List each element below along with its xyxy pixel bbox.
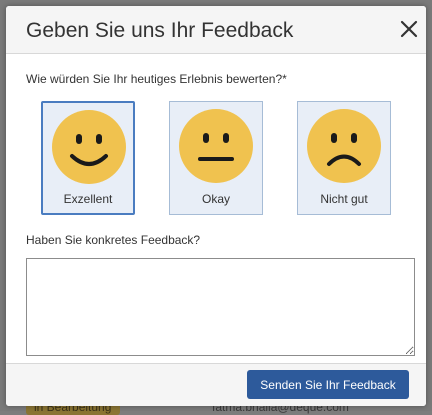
dialog-title: Geben Sie uns Ihr Feedback [26,19,294,42]
close-button[interactable] [395,15,423,43]
feedback-dialog: Geben Sie uns Ihr Feedback Wie würden Si… [6,6,426,406]
rating-option-label: Exzellent [63,192,113,206]
rating-question: Wie würden Sie Ihr heutiges Erlebnis bew… [26,72,287,86]
smiley-happy-icon [52,110,126,184]
rating-option-label: Okay [201,192,230,206]
rating-option-excellent[interactable]: Exzellent [41,101,135,215]
dialog-header: Geben Sie uns Ihr Feedback [6,6,426,54]
feedback-label: Haben Sie konkretes Feedback? [26,233,201,247]
feedback-textarea[interactable] [26,258,415,356]
rating-option-label: Nicht gut [320,192,368,206]
close-icon [400,20,418,38]
dialog-footer: Senden Sie Ihr Feedback [6,363,426,406]
rating-option-okay[interactable]: Okay [169,101,263,215]
smiley-sad-icon [307,109,381,183]
submit-feedback-button[interactable]: Senden Sie Ihr Feedback [247,370,409,399]
rating-option-not-good[interactable]: Nicht gut [297,101,391,215]
smiley-neutral-icon [179,109,253,183]
